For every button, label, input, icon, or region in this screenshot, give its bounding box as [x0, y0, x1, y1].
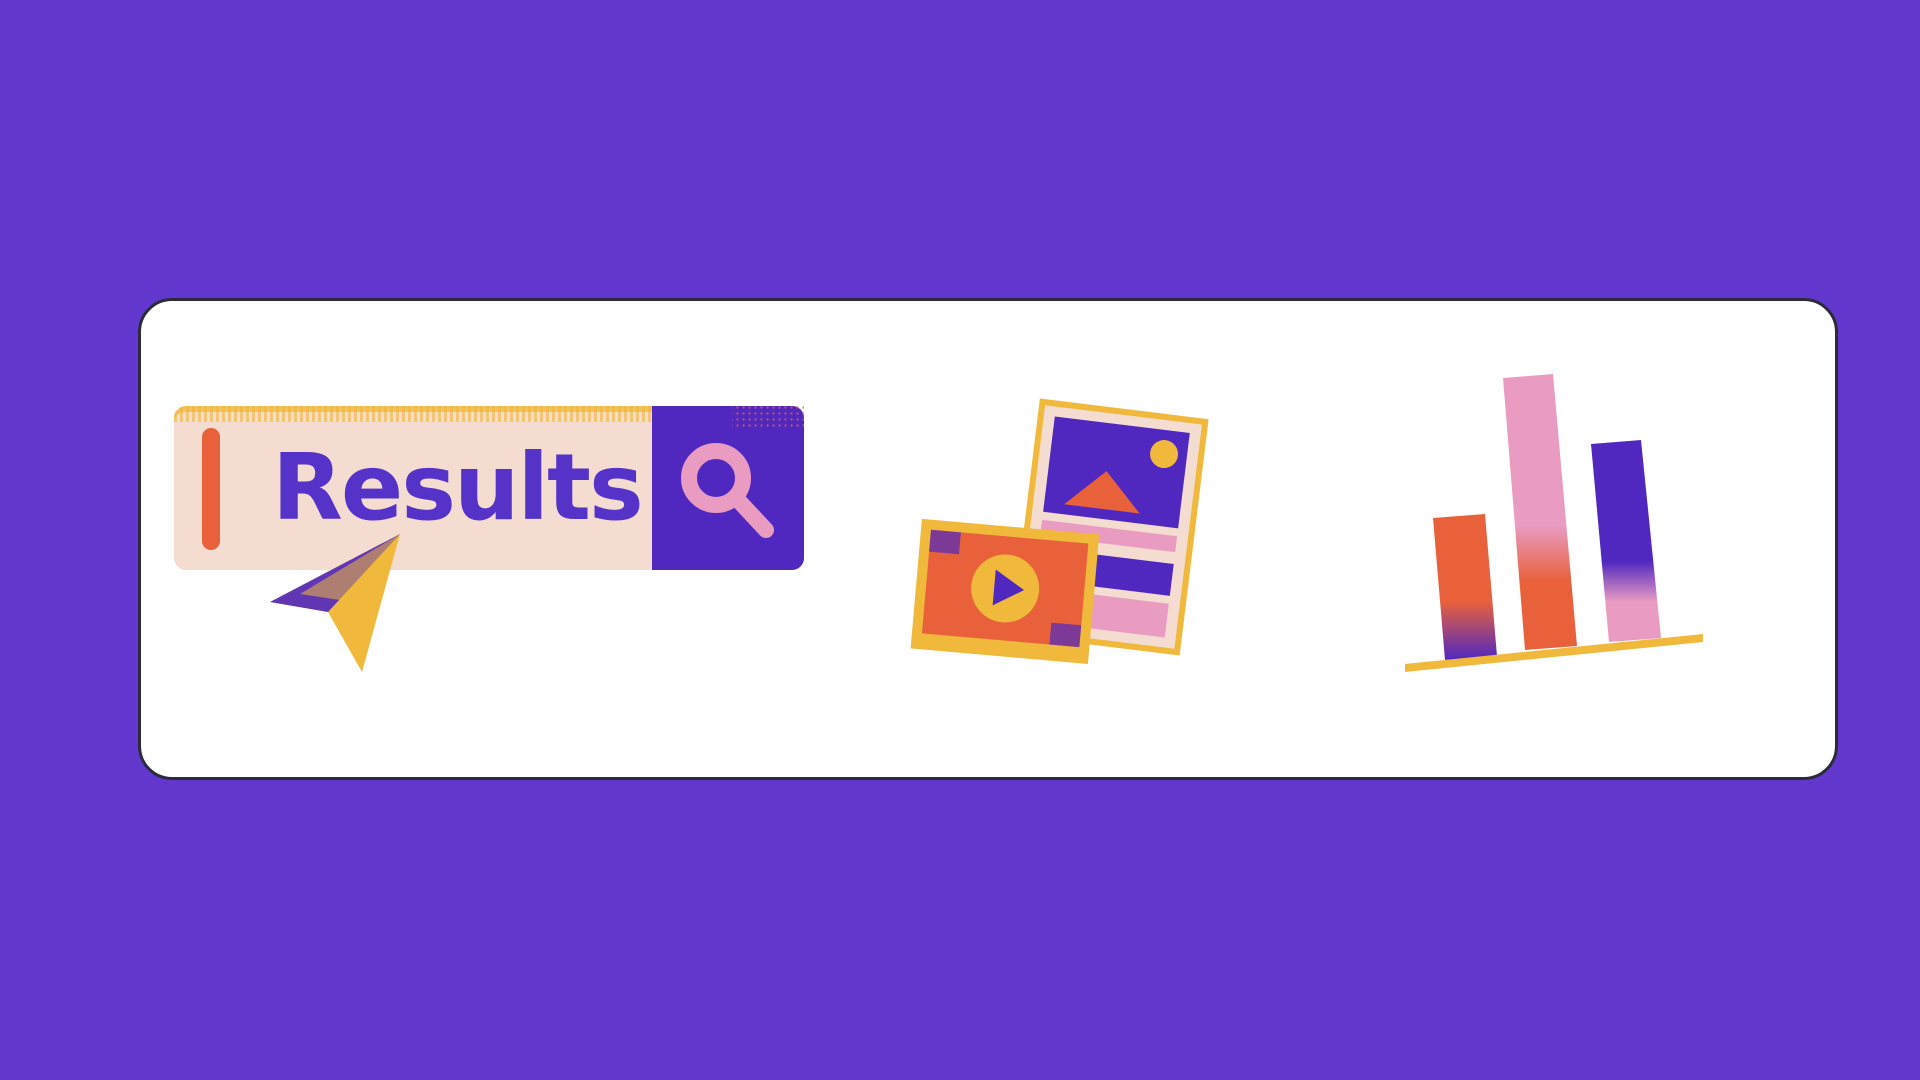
text-caret: [202, 428, 220, 550]
search-query-text: Results: [272, 434, 644, 541]
pointer-arrow-icon: [270, 534, 400, 672]
bar-chart-icon: [1405, 374, 1703, 672]
chart-bar-orange: [1433, 514, 1497, 660]
chart-bar-pink: [1503, 374, 1577, 650]
chart-bar-purple: [1591, 440, 1661, 642]
search-icon: [681, 406, 804, 538]
search-button[interactable]: [652, 406, 804, 570]
image-and-video-icon: [910, 398, 1209, 664]
illustration-canvas: Results: [0, 0, 1920, 1080]
